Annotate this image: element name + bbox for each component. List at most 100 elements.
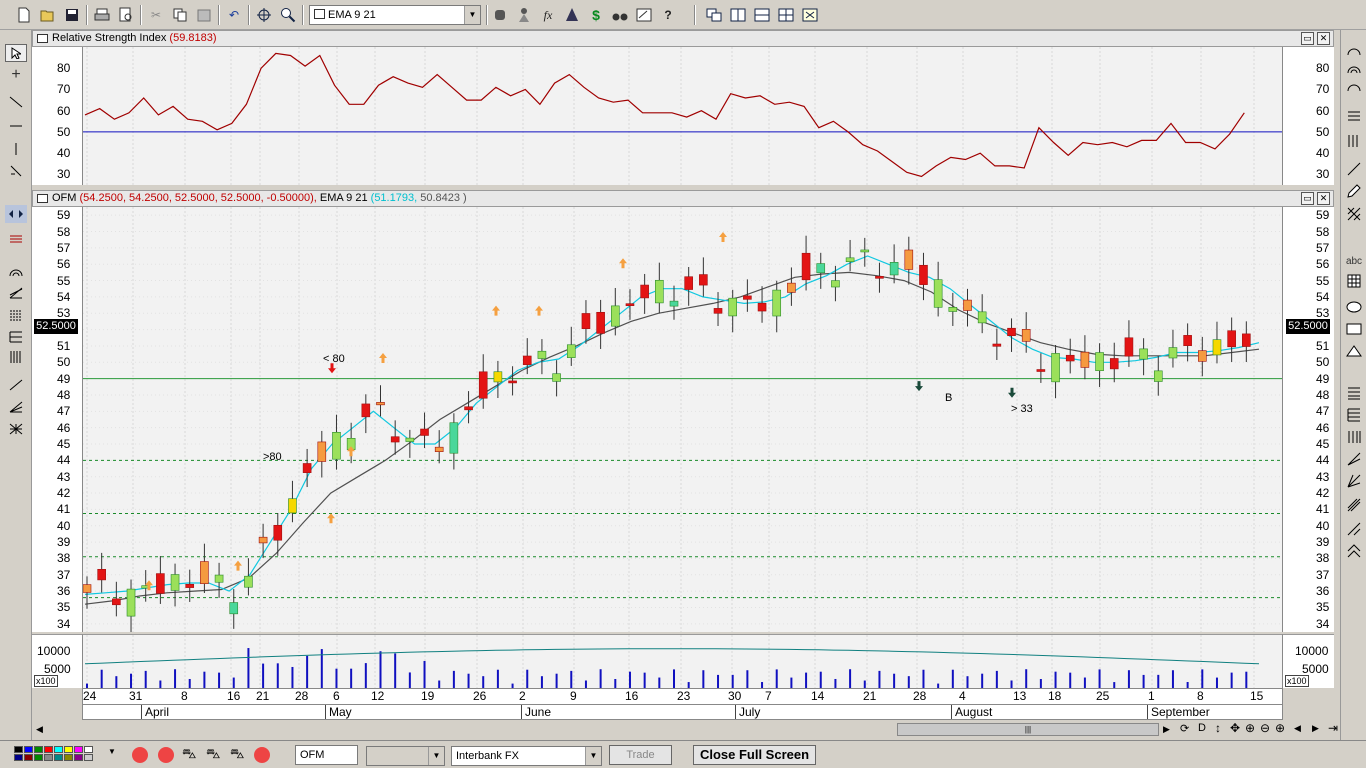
people-icon[interactable]: ⛍ <box>206 745 220 764</box>
rectangle-icon[interactable] <box>1343 320 1365 338</box>
trade-button[interactable]: Trade <box>609 745 672 765</box>
alert-icon[interactable] <box>514 5 534 25</box>
ellipse-tool-icon[interactable] <box>1343 78 1365 96</box>
zoom-icon[interactable] <box>278 5 298 25</box>
draw-line-icon[interactable] <box>5 376 27 394</box>
arc-tool-2-icon[interactable] <box>1343 60 1365 78</box>
people-icon[interactable]: ⛍ <box>182 745 196 764</box>
arc-icon[interactable] <box>5 262 27 280</box>
undo-icon[interactable]: ↶ <box>224 5 244 25</box>
pointer-icon[interactable] <box>5 44 27 62</box>
timeframe-combo[interactable]: ▼ <box>366 746 445 766</box>
daily-button[interactable]: D <box>1198 722 1206 734</box>
next-icon[interactable]: ▶ <box>1312 723 1319 734</box>
feed-combo[interactable]: Interbank FX ▼ <box>451 746 602 766</box>
close-icon[interactable]: ✕ <box>1317 32 1330 45</box>
crosshair-tool-icon[interactable]: + <box>5 66 27 84</box>
scale-icon[interactable]: ↕ <box>1215 721 1221 735</box>
color-swatch[interactable] <box>74 746 83 753</box>
pencil-tool-icon[interactable] <box>1343 182 1365 200</box>
fibonacci-icon[interactable] <box>5 306 27 324</box>
gann-fan-icon[interactable] <box>5 398 27 416</box>
symbol-field[interactable]: OFM <box>295 745 358 765</box>
color-swatch[interactable] <box>44 754 53 761</box>
copy-icon[interactable] <box>170 5 190 25</box>
maximize-icon[interactable]: ▭ <box>1301 32 1314 45</box>
scroll-thumb[interactable]: ||| <box>897 723 1159 736</box>
color-swatch[interactable] <box>24 746 33 753</box>
end-icon[interactable]: ⇥ <box>1328 721 1338 735</box>
triangle-icon[interactable] <box>1343 342 1365 360</box>
color-swatch[interactable] <box>74 754 83 761</box>
move-icon[interactable]: ✥ <box>1230 721 1240 735</box>
indicator-icon[interactable] <box>490 5 510 25</box>
zoom-in-icon[interactable]: ⊕ <box>1275 721 1285 735</box>
price-plot[interactable]: < 80 >80 B > 33 <box>82 207 1283 632</box>
elliot-icon[interactable] <box>1343 542 1365 560</box>
color-swatch[interactable] <box>34 754 43 761</box>
gann-lines-icon[interactable] <box>5 348 27 366</box>
tile-vertical-icon[interactable] <box>728 5 748 25</box>
color-swatch[interactable] <box>44 746 53 753</box>
edit-icon[interactable] <box>634 5 654 25</box>
layout-icon[interactable] <box>800 5 820 25</box>
color-swatch[interactable] <box>54 746 63 753</box>
text-tool-icon[interactable]: abc <box>1343 252 1365 270</box>
indicator-combo[interactable]: EMA 9 21 ▼ <box>309 5 481 25</box>
maximize-icon[interactable]: ▭ <box>1301 192 1314 205</box>
zoom-out-icon[interactable]: ⊖ <box>1260 721 1270 735</box>
chrome-icon[interactable] <box>158 747 174 763</box>
fib-arc-icon[interactable] <box>1343 428 1365 446</box>
lines-tool-icon[interactable] <box>1343 108 1365 126</box>
print-preview-icon[interactable] <box>116 5 136 25</box>
new-icon[interactable] <box>14 5 34 25</box>
paste-icon[interactable] <box>194 5 214 25</box>
ellipse-icon[interactable] <box>1343 298 1365 316</box>
trendline-icon[interactable] <box>5 93 27 111</box>
tree-icon[interactable] <box>562 5 582 25</box>
palette-dropdown-icon[interactable]: ▼ <box>108 747 116 756</box>
color-palette[interactable] <box>14 746 100 764</box>
crosshair-icon[interactable] <box>254 5 274 25</box>
table-tool-icon[interactable] <box>1343 272 1365 290</box>
bars-tool-icon[interactable] <box>1343 132 1365 150</box>
color-swatch[interactable] <box>64 746 73 753</box>
gann-grid-icon[interactable] <box>5 420 27 438</box>
pitchfork-icon[interactable] <box>5 284 27 302</box>
refresh-icon[interactable]: ⟳ <box>1180 722 1189 735</box>
speed-lines-icon[interactable] <box>1343 450 1365 468</box>
color-swatch[interactable] <box>64 754 73 761</box>
cycle-icon[interactable] <box>1343 520 1365 538</box>
dollar-icon[interactable]: $ <box>586 5 606 25</box>
chevron-down-icon[interactable]: ▼ <box>464 6 480 24</box>
binoculars-icon[interactable] <box>610 5 630 25</box>
save-icon[interactable] <box>62 5 82 25</box>
color-swatch[interactable] <box>24 754 33 761</box>
horizontal-line-icon[interactable] <box>5 117 27 135</box>
channel-icon[interactable] <box>5 230 27 248</box>
ray-icon[interactable] <box>5 162 27 180</box>
people-icon[interactable]: ⛍ <box>230 745 244 764</box>
color-swatch[interactable] <box>34 746 43 753</box>
close-full-screen-button[interactable]: Close Full Screen <box>693 745 816 765</box>
fx-icon[interactable]: fx <box>538 5 558 25</box>
volume-plot[interactable] <box>82 634 1283 689</box>
help-icon[interactable]: ? <box>658 5 678 25</box>
vertical-line-icon[interactable] <box>5 140 27 158</box>
line-tool-icon[interactable] <box>1343 160 1365 178</box>
chevron-down-icon[interactable]: ▼ <box>428 747 444 765</box>
print-icon[interactable] <box>92 5 112 25</box>
window-icon[interactable] <box>704 5 724 25</box>
regression-icon[interactable] <box>1343 472 1365 490</box>
color-swatch[interactable] <box>14 754 23 761</box>
scroll-tool-icon[interactable] <box>5 205 27 223</box>
arc-tool-icon[interactable] <box>1343 42 1365 60</box>
color-swatch[interactable] <box>84 746 93 753</box>
color-swatch[interactable] <box>14 746 23 753</box>
scroll-left-icon[interactable]: ◀ <box>36 724 43 735</box>
close-icon[interactable]: ✕ <box>1317 192 1330 205</box>
grid-icon[interactable] <box>776 5 796 25</box>
cut-icon[interactable]: ✂ <box>146 5 166 25</box>
open-icon[interactable] <box>38 5 58 25</box>
prev-icon[interactable]: ◀ <box>1294 723 1301 734</box>
